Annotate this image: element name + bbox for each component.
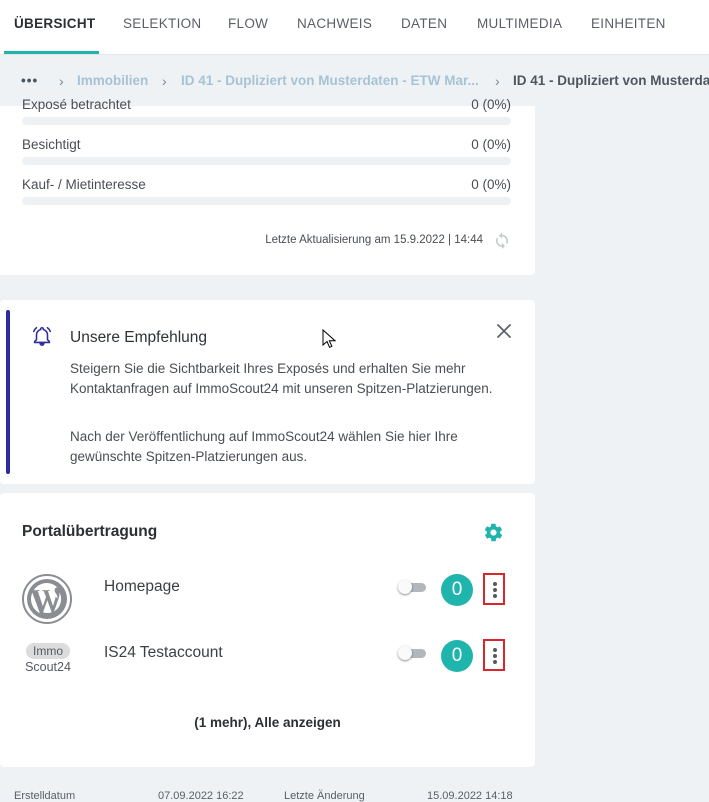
more-options-button[interactable] bbox=[483, 573, 505, 605]
gear-icon[interactable] bbox=[483, 522, 504, 543]
tab-selektion[interactable]: SELEKTION bbox=[123, 16, 201, 31]
active-tab-indicator bbox=[4, 51, 99, 54]
stat-label: Besichtigt bbox=[22, 137, 81, 152]
stat-progress-bar bbox=[22, 157, 511, 165]
portal-toggle-is24[interactable] bbox=[398, 646, 428, 660]
chevron-right-icon: › bbox=[59, 73, 64, 89]
recommendation-text: Steigern Sie die Sichtbarkeit Ihres Expo… bbox=[70, 361, 493, 396]
stat-label: Exposé betrachtet bbox=[22, 97, 131, 112]
last-updated-text: Letzte Aktualisierung am 15.9.2022 | 14:… bbox=[265, 234, 483, 246]
breadcrumb-more-button[interactable]: ••• bbox=[21, 73, 38, 88]
count-badge: 0 bbox=[441, 640, 473, 672]
top-tab-bar: ÜBERSICHT SELEKTION FLOW NACHWEIS DATEN … bbox=[0, 0, 709, 55]
stat-value: 0 (0%) bbox=[471, 97, 511, 112]
last-change-value: 15.09.2022 14:18 bbox=[427, 790, 513, 802]
wordpress-logo bbox=[22, 574, 72, 624]
portal-name-homepage: Homepage bbox=[104, 578, 180, 595]
immoscout24-logo: Immo Scout24 bbox=[25, 643, 71, 674]
created-date-value: 07.09.2022 16:22 bbox=[158, 790, 244, 802]
mouse-cursor-icon bbox=[322, 329, 336, 348]
tab-einheiten[interactable]: EINHEITEN bbox=[591, 16, 666, 31]
refresh-icon[interactable] bbox=[493, 231, 511, 249]
chevron-right-icon: › bbox=[495, 73, 500, 89]
close-icon[interactable] bbox=[495, 322, 513, 340]
stat-progress-bar bbox=[22, 197, 511, 205]
portal-transfer-title: Portalübertragung bbox=[22, 523, 158, 540]
tab-multimedia[interactable]: MULTIMEDIA bbox=[477, 16, 562, 31]
tab-nachweis[interactable]: NACHWEIS bbox=[297, 16, 372, 31]
recommendation-title: Unsere Empfehlung bbox=[70, 329, 207, 346]
recommendation-accent-border bbox=[6, 310, 10, 474]
stats-card: Exposé betrachtet 0 (0%) Besichtigt 0 (0… bbox=[0, 97, 535, 275]
tab-flow[interactable]: FLOW bbox=[228, 16, 268, 31]
portal-toggle-homepage[interactable] bbox=[398, 580, 428, 594]
portal-name-is24: IS24 Testaccount bbox=[104, 644, 223, 661]
tab-daten[interactable]: DATEN bbox=[401, 16, 447, 31]
breadcrumb-item-immobilien[interactable]: Immobilien bbox=[77, 73, 148, 88]
last-change-label: Letzte Änderung bbox=[284, 790, 365, 802]
breadcrumb-item-current: ID 41 - Dupliziert von Musterda bbox=[513, 73, 709, 88]
recommendation-text: Nach der Veröffentlichung auf ImmoScout2… bbox=[70, 429, 458, 464]
chevron-right-icon: › bbox=[162, 73, 167, 89]
tab-uebersicht[interactable]: ÜBERSICHT bbox=[14, 16, 95, 31]
bell-icon bbox=[32, 326, 52, 346]
stat-progress-bar bbox=[22, 117, 511, 125]
count-badge: 0 bbox=[441, 574, 473, 606]
stat-value: 0 (0%) bbox=[471, 177, 511, 192]
stat-value: 0 (0%) bbox=[471, 137, 511, 152]
stat-label: Kauf- / Mietinteresse bbox=[22, 177, 146, 192]
more-options-button[interactable] bbox=[483, 639, 505, 671]
created-date-label: Erstelldatum bbox=[14, 790, 76, 802]
show-all-portals-link[interactable]: (1 mehr), Alle anzeigen bbox=[0, 715, 535, 730]
breadcrumb-item-parent[interactable]: ID 41 - Dupliziert von Musterdaten - ETW… bbox=[181, 73, 479, 88]
